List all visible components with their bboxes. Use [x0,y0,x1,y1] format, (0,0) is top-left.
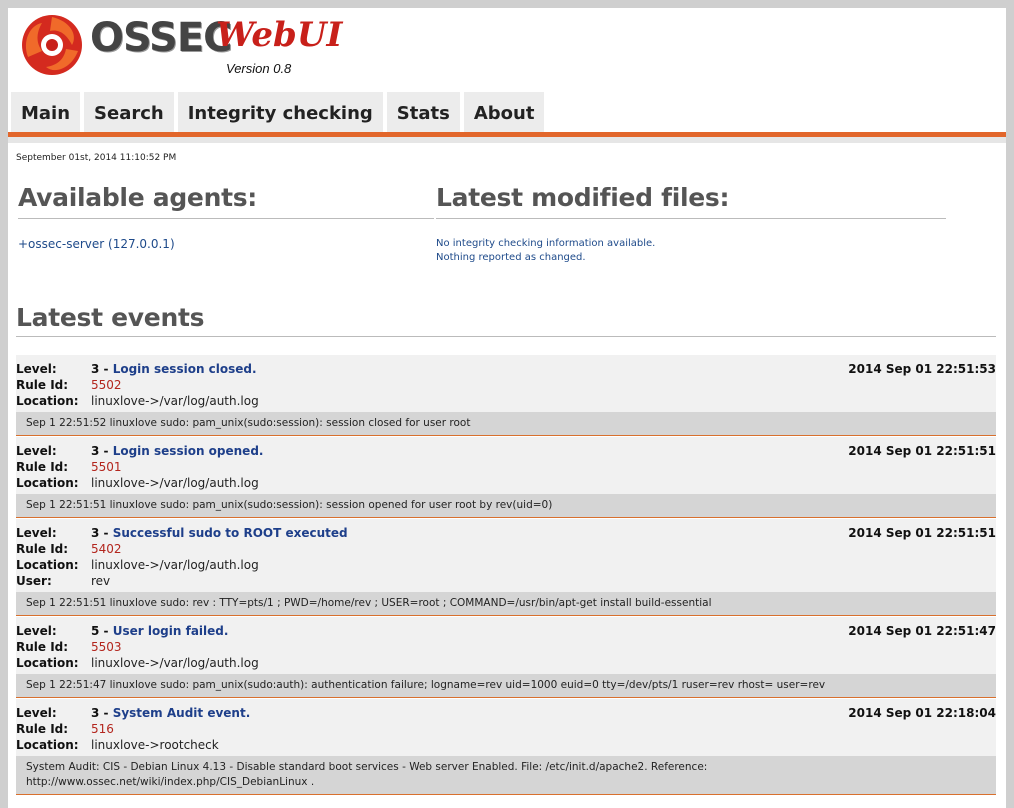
rule-id-link[interactable]: 5501 [91,460,122,474]
event-rule-row: Rule Id: 5503 [16,639,996,655]
event-level-row: Level: 3 - Login session closed. 2014 Sep… [16,355,996,377]
tab-search[interactable]: Search [84,92,174,132]
event-description-link[interactable]: Successful sudo to ROOT executed [113,526,348,540]
event-item: Level: 3 - Successful sudo to ROOT execut… [16,519,996,616]
event-item: Level: 3 - System Audit event. 2014 Sep 0… [16,699,996,795]
rule-id-link[interactable]: 5503 [91,640,122,654]
location-value: linuxlove->/var/log/auth.log [91,394,259,408]
event-location-row: Location: linuxlove->rootcheck [16,737,996,753]
event-location-row: Location: linuxlove->/var/log/auth.log [16,557,996,573]
agent-link[interactable]: +ossec-server (127.0.0.1) [18,237,175,251]
event-log: Sep 1 22:51:47 linuxlove sudo: pam_unix(… [16,674,996,697]
events-title: Latest events [16,303,205,332]
location-value: linuxlove->/var/log/auth.log [91,656,259,670]
event-item: Level: 3 - Login session closed. 2014 Sep… [16,355,996,436]
rule-id-link[interactable]: 5402 [91,542,122,556]
tab-about[interactable]: About [463,92,545,132]
logo-word: OSSEC [90,15,233,61]
event-item: Level: 5 - User login failed. 2014 Sep 01… [16,617,996,698]
level-label: Level: [16,526,57,540]
level-separator: - [99,526,113,540]
rule-id-link[interactable]: 516 [91,722,114,736]
event-item: Level: 3 - Login session opened. 2014 Sep… [16,437,996,518]
event-level-row: Level: 5 - User login failed. 2014 Sep 01… [16,617,996,639]
files-msg-line-1: No integrity checking information availa… [436,238,656,249]
level-separator: - [99,362,113,376]
event-log: Sep 1 22:51:52 linuxlove sudo: pam_unix(… [16,412,996,435]
event-description-link[interactable]: User login failed. [113,624,229,638]
user-value: rev [91,574,111,588]
ossec-logo[interactable]: OSSEC WebUI Version 0.8 [20,11,343,83]
header: OSSEC WebUI Version 0.8 Main Search Inte… [8,8,1006,133]
event-time: 2014 Sep 01 22:51:51 [848,444,996,458]
rule-label: Rule Id: [16,378,69,392]
tab-stats[interactable]: Stats [386,92,460,132]
event-description-link[interactable]: Login session closed. [113,362,257,376]
event-time: 2014 Sep 01 22:51:47 [848,624,996,638]
location-label: Location: [16,558,79,572]
location-label: Location: [16,656,79,670]
event-rule-row: Rule Id: 516 [16,721,996,737]
rule-label: Rule Id: [16,640,69,654]
event-time: 2014 Sep 01 22:18:04 [848,706,996,720]
event-log: Sep 1 22:51:51 linuxlove sudo: rev : TTY… [16,592,996,615]
files-divider [436,218,946,219]
location-value: linuxlove->/var/log/auth.log [91,558,259,572]
event-rule-row: Rule Id: 5402 [16,541,996,557]
rule-id-link[interactable]: 5502 [91,378,122,392]
files-msg-line-2: Nothing reported as changed. [436,252,586,263]
user-label: User: [16,574,52,588]
level-label: Level: [16,706,57,720]
event-rule-row: Rule Id: 5501 [16,459,996,475]
event-log: Sep 1 22:51:51 linuxlove sudo: pam_unix(… [16,494,996,517]
event-user-row: User: rev [16,573,996,589]
events-divider [16,336,996,337]
version-label: Version 0.8 [226,61,292,76]
agents-divider [18,218,434,219]
page: OSSEC WebUI Version 0.8 Main Search Inte… [8,8,1006,808]
files-title: Latest modified files: [436,183,730,212]
event-time: 2014 Sep 01 22:51:51 [848,526,996,540]
event-location-row: Location: linuxlove->/var/log/auth.log [16,655,996,671]
event-description-link[interactable]: System Audit event. [113,706,251,720]
level-label: Level: [16,624,57,638]
event-level-row: Level: 3 - System Audit event. 2014 Sep 0… [16,699,996,721]
events-list: Level: 3 - Login session closed. 2014 Sep… [16,355,996,796]
event-level-row: Level: 3 - Login session opened. 2014 Sep… [16,437,996,459]
location-label: Location: [16,476,79,490]
logo-webui: WebUI [216,15,343,55]
event-description-link[interactable]: Login session opened. [113,444,264,458]
location-value: linuxlove->rootcheck [91,738,219,752]
location-value: linuxlove->/var/log/auth.log [91,476,259,490]
agents-title: Available agents: [18,183,258,212]
rule-label: Rule Id: [16,460,69,474]
level-separator: - [99,444,113,458]
nav-shadow [8,137,1006,143]
level-separator: - [99,624,113,638]
main-nav: Main Search Integrity checking Stats Abo… [11,92,545,132]
rule-label: Rule Id: [16,722,69,736]
location-label: Location: [16,738,79,752]
event-level-row: Level: 3 - Successful sudo to ROOT execut… [16,519,996,541]
tab-integrity-checking[interactable]: Integrity checking [177,92,383,132]
tab-main[interactable]: Main [11,92,81,132]
level-label: Level: [16,362,57,376]
current-datetime: September 01st, 2014 11:10:52 PM [16,153,177,163]
level-label: Level: [16,444,57,458]
ossec-swirl-icon [22,15,82,75]
event-rule-row: Rule Id: 5502 [16,377,996,393]
event-time: 2014 Sep 01 22:51:53 [848,362,996,376]
rule-label: Rule Id: [16,542,69,556]
event-location-row: Location: linuxlove->/var/log/auth.log [16,393,996,409]
level-separator: - [99,706,113,720]
event-log: System Audit: CIS - Debian Linux 4.13 - … [16,756,996,794]
files-message: No integrity checking information availa… [436,237,655,265]
event-location-row: Location: linuxlove->/var/log/auth.log [16,475,996,491]
location-label: Location: [16,394,79,408]
